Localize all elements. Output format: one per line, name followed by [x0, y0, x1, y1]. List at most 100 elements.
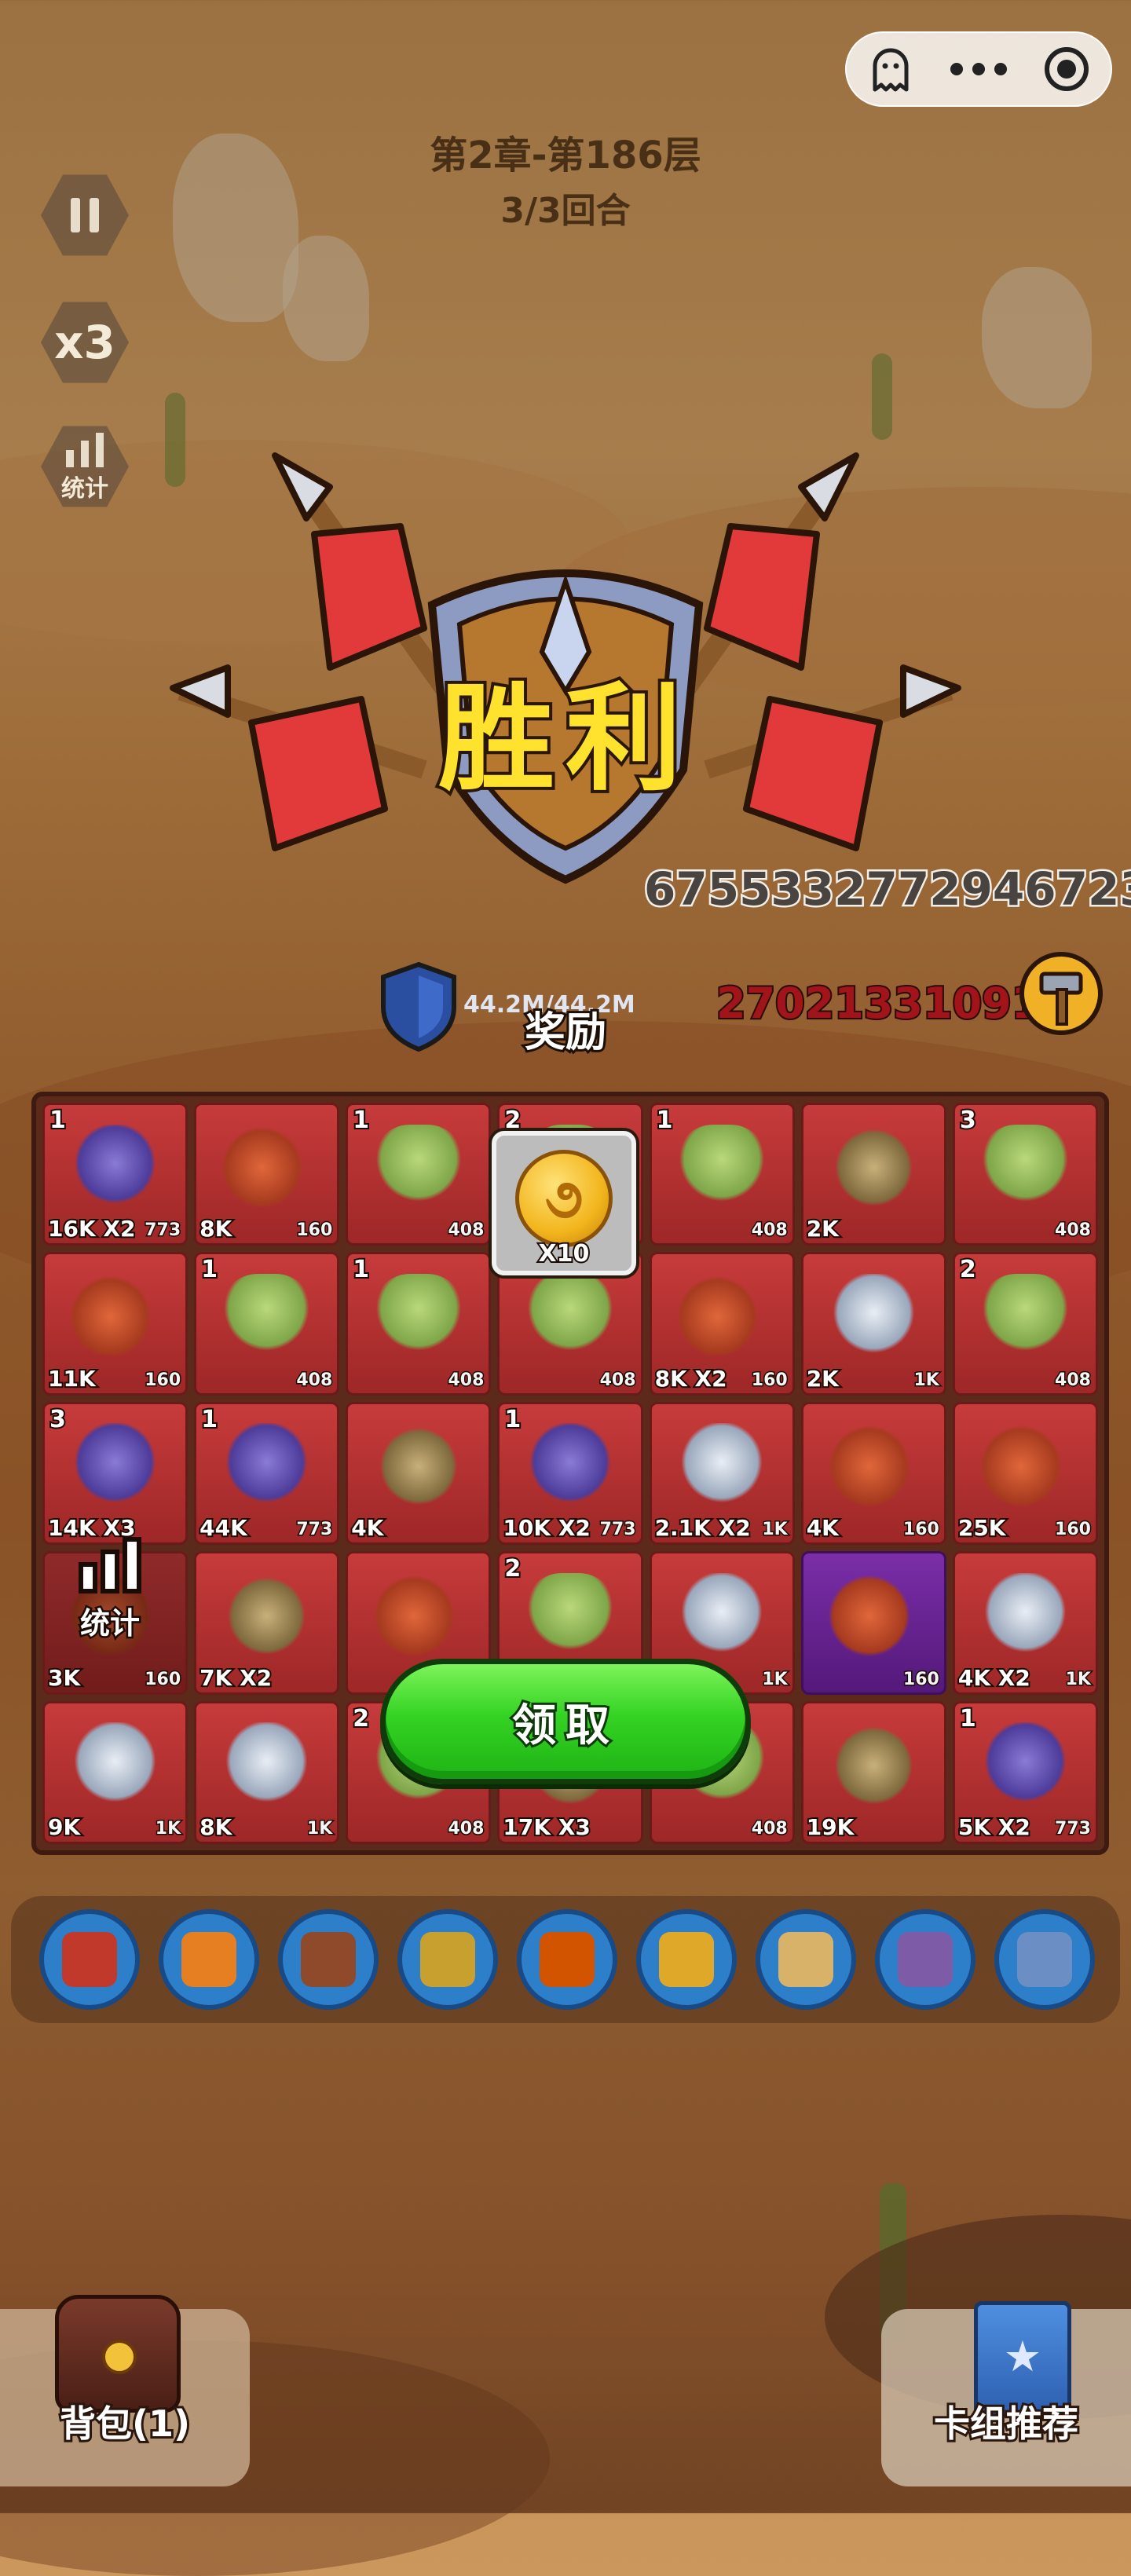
unit-cost: 408 — [447, 1220, 485, 1242]
stats-overlay-button[interactable]: 统计 — [55, 1531, 165, 1649]
shop-icon — [1017, 1932, 1072, 1987]
unit-cell[interactable]: 2 408 — [952, 1252, 1098, 1396]
unit-cell[interactable]: 1 10K X2 773 — [497, 1401, 643, 1546]
unit-cell[interactable]: 4K X2 1K — [952, 1551, 1098, 1695]
bar-chart-icon — [79, 1537, 141, 1594]
unit-cell[interactable]: 3 14K X3 — [42, 1401, 188, 1546]
unit-cell[interactable]: 2K 1K — [800, 1252, 946, 1396]
unit-power: 2.1K X2 — [653, 1513, 752, 1542]
unit-cost: 160 — [1054, 1519, 1093, 1541]
unit-cell[interactable]: 1 5K X2 773 — [952, 1700, 1098, 1844]
ticket-icon — [659, 1932, 714, 1987]
unit-cell[interactable]: 1 408 — [346, 1252, 492, 1396]
unit-cost: 160 — [750, 1369, 789, 1391]
knight-unit-icon — [676, 1572, 767, 1659]
mage-unit-icon — [221, 1423, 313, 1509]
unit-cell[interactable]: 19K — [800, 1700, 946, 1844]
backpack-button[interactable]: 背包(1) — [0, 2295, 250, 2486]
unit-cell[interactable]: 4K 160 — [800, 1401, 946, 1546]
unit-power: 3K — [46, 1663, 82, 1692]
pause-button[interactable] — [41, 171, 129, 259]
hero-button[interactable] — [875, 1909, 975, 2010]
unit-cost: 160 — [902, 1668, 940, 1690]
scroll-button[interactable] — [756, 1909, 856, 2010]
unit-level: 1 — [199, 1404, 219, 1435]
speed-label: x3 — [54, 316, 115, 369]
stats-button[interactable]: 统计 — [41, 423, 129, 510]
flower-staff-icon — [540, 1932, 595, 1987]
speed-button[interactable]: x3 — [41, 298, 129, 386]
reward-item-card[interactable]: ૭ X10 — [492, 1131, 636, 1275]
scroll-icon — [778, 1932, 833, 1987]
unit-power: 2K — [805, 1364, 840, 1393]
unit-level: 1 — [351, 1105, 371, 1136]
victory-title: 胜利 — [435, 668, 693, 810]
unit-level: 2 — [958, 1254, 978, 1285]
orc-unit-icon — [980, 1124, 1071, 1211]
unit-cell[interactable]: 9K 1K — [42, 1700, 188, 1844]
heart-crest-button[interactable] — [159, 1909, 259, 2010]
shop-button[interactable] — [994, 1909, 1095, 2010]
telescope-button[interactable] — [397, 1909, 498, 2010]
pause-icon — [71, 198, 99, 232]
unit-cost: 408 — [447, 1817, 485, 1839]
unit-level: 1 — [503, 1404, 522, 1435]
unit-level: 1 — [655, 1105, 675, 1136]
wolf-unit-icon — [828, 1572, 919, 1659]
unit-power: 10K X2 — [501, 1513, 592, 1542]
flower-staff-button[interactable] — [517, 1909, 617, 2010]
unit-power: 8K — [198, 1214, 233, 1243]
unit-cost: 160 — [902, 1519, 940, 1541]
wolf-unit-icon — [70, 1274, 160, 1360]
unit-cell[interactable]: 3 408 — [952, 1103, 1098, 1246]
drum-button[interactable] — [278, 1909, 379, 2010]
knight-unit-icon — [980, 1572, 1071, 1659]
stats-label: 统计 — [61, 475, 108, 503]
unit-cell[interactable]: 160 — [800, 1551, 946, 1695]
unit-cost: 408 — [598, 1369, 637, 1391]
unit-cell[interactable]: 2K — [800, 1103, 946, 1246]
unit-cell[interactable]: 1 408 — [194, 1252, 340, 1396]
unit-power: 8K X2 — [653, 1364, 729, 1393]
unit-cell[interactable]: 11K 160 — [42, 1252, 188, 1396]
orc-unit-icon — [221, 1274, 313, 1360]
unit-cell[interactable]: 1 408 — [649, 1103, 795, 1246]
unit-cell[interactable]: 8K 1K — [194, 1700, 340, 1844]
orc-unit-icon — [373, 1124, 464, 1211]
card-book-button[interactable] — [39, 1909, 140, 2010]
knight-unit-icon — [221, 1722, 313, 1809]
unit-cost: 160 — [295, 1220, 334, 1242]
unit-level: 2 — [503, 1553, 522, 1584]
claim-button[interactable]: 领取 — [380, 1659, 751, 1784]
ghost-button[interactable] — [855, 42, 926, 97]
unit-cell[interactable]: 2.1K X2 1K — [649, 1401, 795, 1546]
unit-power: 16K X2 — [46, 1214, 137, 1243]
more-button[interactable] — [943, 42, 1014, 97]
wolf-unit-icon — [980, 1423, 1071, 1509]
orc-unit-icon — [525, 1572, 616, 1659]
orc-unit-icon — [525, 1274, 616, 1360]
gold-coin-icon: ૭ — [515, 1150, 613, 1247]
reward-item-quantity: X10 — [537, 1239, 591, 1269]
unit-cell[interactable]: 1 44K 773 — [194, 1401, 340, 1546]
bottom-toolbar — [11, 1896, 1120, 2023]
knight-unit-icon — [828, 1274, 919, 1360]
victory-emblem: 胜利 — [165, 440, 966, 911]
unit-cost: 408 — [447, 1369, 485, 1391]
unit-cell[interactable]: 25K 160 — [952, 1401, 1098, 1546]
unit-cell[interactable]: 8K 160 — [194, 1103, 340, 1246]
wolf-unit-icon — [373, 1572, 464, 1659]
mage-unit-icon — [70, 1423, 160, 1509]
deck-recommend-button[interactable]: 卡组推荐 — [881, 2301, 1131, 2486]
unit-cell[interactable]: 1 16K X2 773 — [42, 1103, 188, 1246]
card-book-icon — [62, 1932, 117, 1987]
ticket-button[interactable] — [636, 1909, 737, 2010]
unit-level: 3 — [48, 1404, 68, 1435]
unit-cost: 408 — [750, 1220, 789, 1242]
unit-cell[interactable]: 7K X2 — [194, 1551, 340, 1695]
unit-cell[interactable]: 4K — [346, 1401, 492, 1546]
record-button[interactable] — [1031, 42, 1102, 97]
unit-cell[interactable]: 1 408 — [346, 1103, 492, 1246]
unit-cell[interactable]: 8K X2 160 — [649, 1252, 795, 1396]
unit-cost: 773 — [295, 1519, 334, 1541]
